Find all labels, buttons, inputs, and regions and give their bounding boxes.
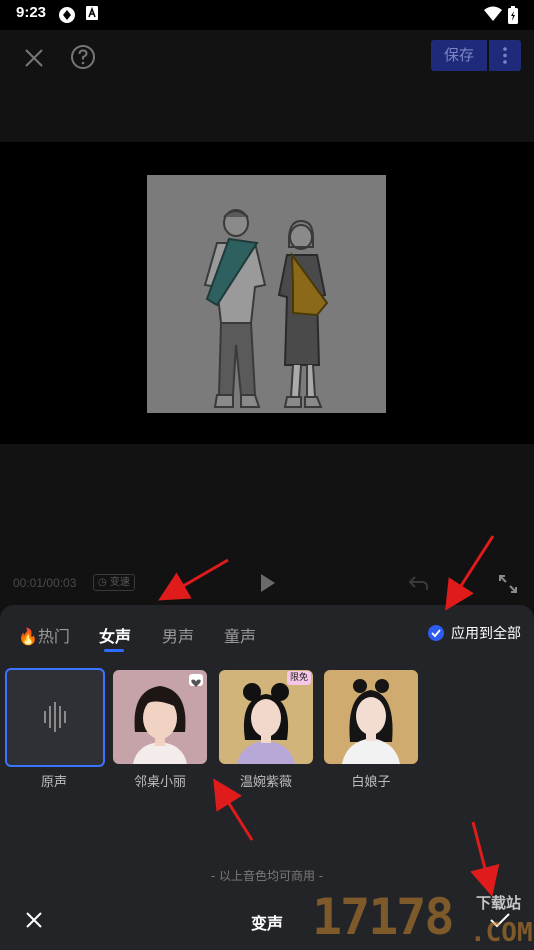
undo-button[interactable] (408, 574, 430, 596)
apply-to-all-label: 应用到全部 (451, 626, 521, 642)
playback-time: 00:01/00:03 (13, 576, 77, 590)
undo-icon (408, 576, 428, 590)
voice-label: 邻桌小丽 (133, 775, 186, 790)
more-options-button[interactable] (489, 40, 521, 71)
wifi-icon (484, 6, 502, 26)
play-icon (261, 574, 275, 592)
close-editor-button[interactable] (18, 42, 50, 74)
speed-button[interactable]: ◷ 变速 (93, 574, 135, 591)
tab-hot[interactable]: 🔥热门 (18, 623, 70, 647)
voice-label: 白娘子 (351, 775, 391, 790)
close-icon (25, 49, 43, 67)
voice-label: 温婉紫薇 (239, 775, 292, 790)
waveform-icon (44, 702, 66, 732)
portrait-image (324, 670, 418, 764)
checkmark-icon (428, 625, 444, 641)
more-vertical-icon (503, 47, 507, 64)
play-button[interactable] (258, 572, 278, 598)
favorite-heart-icon (189, 674, 203, 687)
site-watermark: 17178 下载站 .COM (312, 888, 534, 950)
fullscreen-icon (499, 575, 517, 593)
tab-child[interactable]: 童声 (224, 623, 256, 647)
commercial-use-note: - 以上音色均可商用 - (210, 869, 324, 883)
active-tab-indicator (104, 649, 124, 652)
video-frame[interactable] (147, 175, 386, 413)
voice-avatar (113, 670, 207, 764)
watermark-domain: .COM (470, 918, 533, 948)
voice-avatar (324, 670, 418, 764)
battery-icon (508, 6, 518, 28)
voice-list: 原声 邻桌小丽 限免 温婉紫薇 白娘子 (0, 667, 534, 797)
tab-male[interactable]: 男声 (162, 623, 194, 647)
playback-bar: 00:01/00:03 ◷ 变速 (0, 560, 534, 605)
help-button[interactable] (68, 42, 98, 72)
voice-category-tabs: 🔥热门 女声 男声 童声 应用到全部 (0, 605, 534, 660)
voice-thumb (5, 668, 105, 767)
couple-illustration-image (147, 175, 386, 413)
help-icon (71, 45, 95, 69)
tab-female[interactable]: 女声 (99, 623, 131, 647)
app-notification-icon (86, 6, 100, 26)
status-bar: 9:23 (0, 0, 534, 30)
sync-icon (58, 6, 76, 28)
editor-toolbar: 保存 (0, 30, 534, 90)
watermark-site: 下载站 (476, 894, 522, 912)
free-badge: 限免 (286, 671, 311, 685)
status-time: 9:23 (16, 4, 47, 21)
speed-label: 变速 (109, 577, 130, 588)
watermark-digits: 17178 (312, 888, 455, 946)
voice-avatar: 限免 (219, 670, 313, 764)
video-preview (0, 142, 534, 444)
voice-label: 原声 (40, 775, 67, 790)
speed-icon: ◷ (98, 577, 107, 588)
save-button-group: 保存 (431, 40, 521, 71)
fullscreen-button[interactable] (497, 573, 519, 599)
save-button[interactable]: 保存 (431, 40, 487, 71)
